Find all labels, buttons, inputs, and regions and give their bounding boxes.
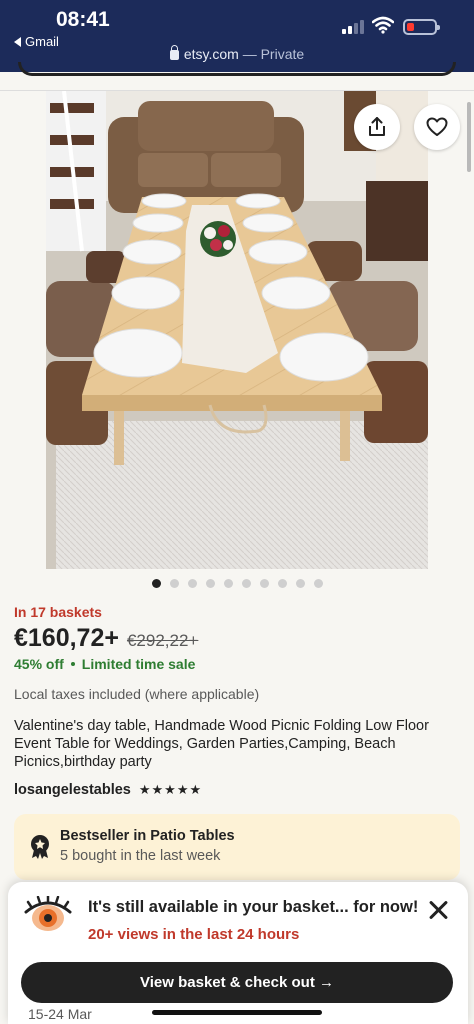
discount-label: 45% off [14, 656, 64, 672]
cellular-signal-icon [342, 18, 364, 34]
favorite-button[interactable] [414, 104, 460, 150]
carousel-dot[interactable] [188, 579, 197, 588]
product-image[interactable] [46, 91, 428, 569]
price-row: €160,72+ €292,22+ [14, 624, 198, 653]
search-bar[interactable] [18, 62, 456, 76]
carousel-dot[interactable] [314, 579, 323, 588]
address-domain: etsy.com [183, 46, 239, 62]
carousel-dot[interactable] [242, 579, 251, 588]
wifi-icon [372, 16, 394, 34]
share-icon [369, 117, 385, 136]
view-basket-checkout-button[interactable]: View basket & check out → [21, 962, 453, 1003]
shop-name-link[interactable]: losangelestables [14, 782, 131, 798]
product-photo-illustration [46, 91, 428, 569]
carousel-dot[interactable] [224, 579, 233, 588]
private-mode-label: — Private [242, 46, 305, 62]
sale-label: Limited time sale [81, 656, 196, 672]
carousel-dot[interactable] [278, 579, 287, 588]
address-bar[interactable]: etsy.com — Private [0, 45, 474, 62]
award-badge-icon [31, 835, 49, 859]
current-price: €160,72+ [14, 624, 119, 652]
clock: 08:41 [56, 8, 110, 31]
tax-note: Local taxes included (where applicable) [14, 686, 260, 702]
home-indicator[interactable] [152, 1010, 322, 1015]
bestseller-subtitle: 5 bought in the last week [60, 848, 221, 864]
back-arrow-icon [14, 36, 21, 47]
carousel-dot[interactable] [296, 579, 305, 588]
battery-icon [403, 19, 440, 35]
partially-hidden-text: 15-24 Mar [28, 1006, 92, 1022]
scrollbar[interactable] [467, 102, 471, 172]
basket-reminder-sheet: It's still available in your basket... f… [8, 882, 468, 1024]
bestseller-banner: Bestseller in Patio Tables 5 bought in t… [14, 814, 460, 880]
recent-views-label: 20+ views in the last 24 hours [88, 926, 300, 943]
close-icon[interactable] [426, 898, 450, 922]
original-price: €292,22+ [126, 631, 199, 650]
shop-row[interactable]: losangelestables ★★★★★ [14, 782, 202, 798]
product-title: Valentine's day table, Handmade Wood Pic… [14, 718, 429, 770]
lock-icon [169, 45, 179, 60]
bestseller-title: Bestseller in Patio Tables [60, 828, 235, 844]
rating-stars-icon: ★★★★★ [138, 782, 203, 797]
image-carousel-dots[interactable] [152, 579, 323, 588]
basket-reminder-title: It's still available in your basket... f… [88, 898, 419, 916]
carousel-dot[interactable] [170, 579, 179, 588]
heart-icon [426, 117, 448, 136]
eye-icon [24, 896, 72, 931]
carousel-dot[interactable] [206, 579, 215, 588]
sale-row: 45% off Limited time sale [14, 656, 195, 672]
carousel-dot[interactable] [152, 579, 161, 588]
carousel-dot[interactable] [260, 579, 269, 588]
basket-count: In 17 baskets [14, 604, 102, 620]
bullet-separator [70, 662, 75, 666]
share-button[interactable] [354, 104, 400, 150]
